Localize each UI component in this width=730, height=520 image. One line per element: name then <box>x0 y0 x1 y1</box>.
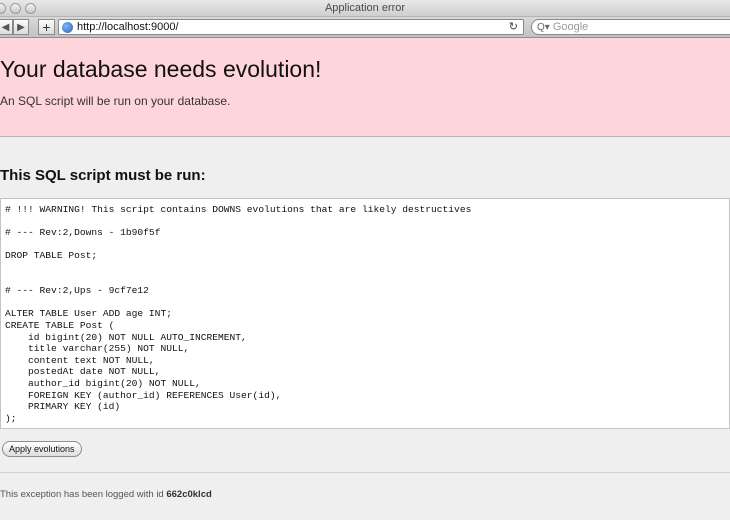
forward-button[interactable]: ▶ <box>13 19 29 35</box>
address-bar[interactable]: http://localhost:9000/ ↻ <box>58 19 524 35</box>
search-field[interactable]: Q▾ Google <box>531 19 730 35</box>
footer-text: This exception has been logged with id <box>0 489 167 500</box>
page-title: Your database needs evolution! <box>0 56 322 82</box>
plus-icon: + <box>42 19 51 35</box>
script-heading: This SQL script must be run: <box>0 167 206 184</box>
apply-evolutions-button[interactable]: Apply evolutions <box>2 441 82 457</box>
footer-log-message: This exception has been logged with id 6… <box>0 489 212 500</box>
back-arrow-icon: ◀ <box>1 21 10 33</box>
footer-divider <box>0 472 730 473</box>
globe-icon <box>62 21 73 33</box>
add-bookmark-button[interactable]: + <box>38 19 55 35</box>
reload-icon[interactable]: ↻ <box>509 20 518 33</box>
page-subtitle: An SQL script will be run on your databa… <box>0 94 231 108</box>
search-icon: Q▾ <box>537 21 550 33</box>
window-titlebar: Application error <box>0 0 730 17</box>
url-text[interactable]: http://localhost:9000/ <box>77 21 179 33</box>
sql-script-box: # !!! WARNING! This script contains DOWN… <box>0 198 730 429</box>
forward-arrow-icon: ▶ <box>17 21 25 33</box>
window-title: Application error <box>324 2 406 14</box>
exception-id: 662c0klcd <box>166 489 212 500</box>
search-placeholder: Google <box>552 21 589 33</box>
browser-toolbar: ◀ ▶ + http://localhost:9000/ ↻ Q▾ Google <box>0 17 730 38</box>
error-banner: Your database needs evolution! An SQL sc… <box>0 38 730 137</box>
sql-script-text: # !!! WARNING! This script contains DOWN… <box>5 204 472 424</box>
back-button[interactable]: ◀ <box>0 19 13 35</box>
